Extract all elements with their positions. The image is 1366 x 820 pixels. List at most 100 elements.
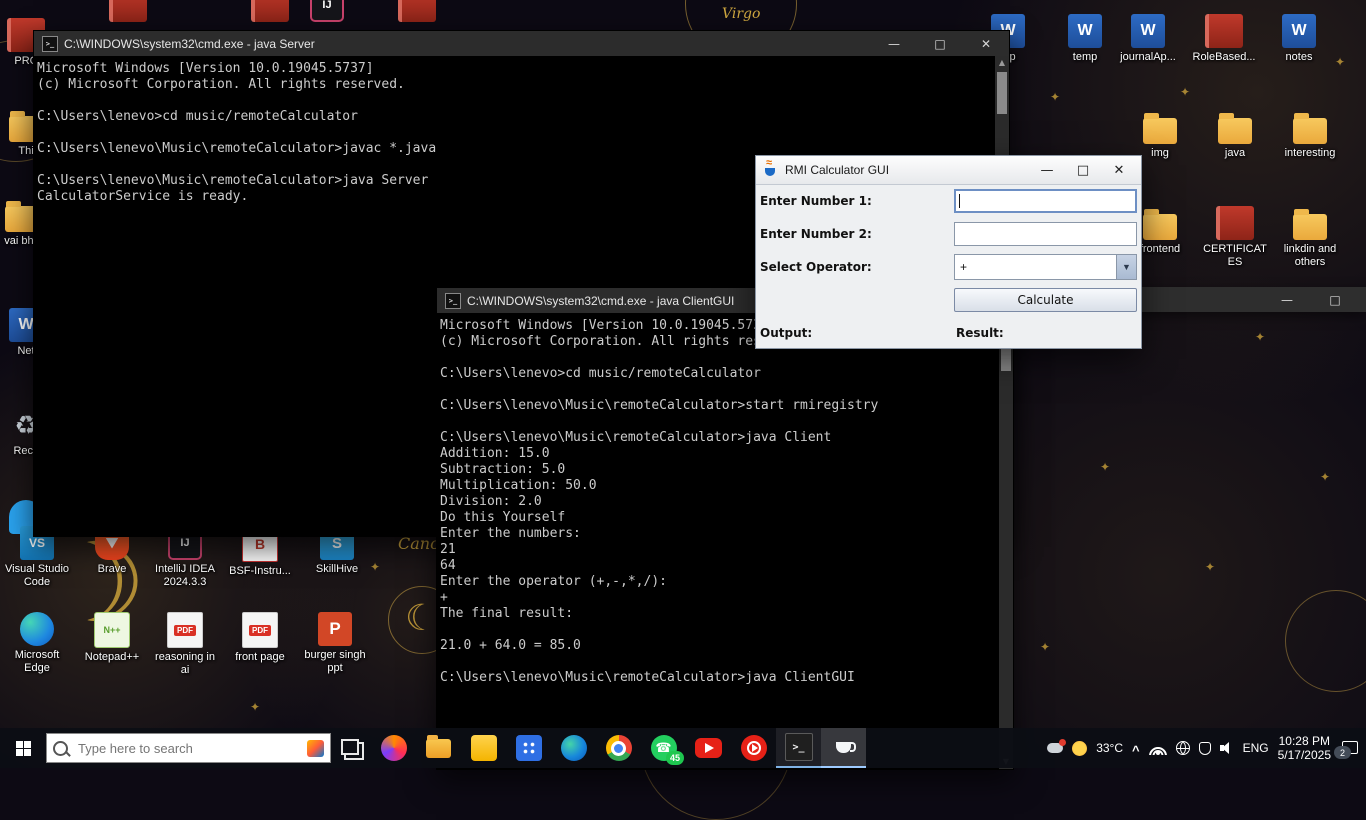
dropdown-arrow-icon[interactable]: ▼ (1116, 255, 1136, 279)
desktop-icon-msedge[interactable]: Microsoft Edge (5, 612, 69, 675)
desktop-icon-label: temp (1053, 51, 1117, 64)
desktop-icon-glyph (318, 612, 352, 646)
search-input[interactable] (76, 740, 307, 757)
calculator-title-bar[interactable]: RMI Calculator GUI — □ ✕ (756, 156, 1141, 185)
desktop-icon-top-3[interactable] (295, 0, 359, 22)
taskbar-app-icon (426, 739, 451, 758)
taskbar-icon-file-explorer[interactable] (416, 728, 461, 768)
desktop-icon-glyph (109, 0, 147, 22)
task-view-button[interactable] (331, 728, 371, 768)
search-highlights-icon[interactable] (307, 740, 324, 757)
desktop-icon-glyph (1131, 14, 1165, 48)
desktop-icon-glyph (1205, 14, 1243, 48)
terminal-line: 64 (440, 558, 999, 574)
maximize-button[interactable]: □ (917, 31, 963, 56)
desktop-icon-temp[interactable]: temp (1053, 14, 1117, 64)
minimize-button[interactable]: — (1264, 287, 1310, 312)
desktop-icon-label: IntelliJ IDEA 2024.3.3 (153, 563, 217, 589)
client-terminal-output[interactable]: Microsoft Windows [Version 10.0.19045.57… (437, 313, 999, 769)
desktop-icon-notes[interactable]: notes (1267, 14, 1331, 64)
number1-input[interactable] (954, 189, 1137, 213)
taskbar-app-icon (561, 735, 587, 761)
desktop-icon-label: interesting (1278, 147, 1342, 160)
scroll-up-arrow[interactable]: ▲ (995, 56, 1009, 70)
desktop-icon-frontpage[interactable]: front page (228, 612, 292, 664)
taskbar-icon-edge[interactable] (551, 728, 596, 768)
client-scrollbar[interactable]: ▲ ▼ (999, 313, 1013, 769)
desktop-icon-journalap[interactable]: journalAp... (1116, 14, 1180, 64)
server-title-bar[interactable]: C:\WINDOWS\system32\cmd.exe - java Serve… (34, 31, 1009, 56)
taskbar-icon-youtube[interactable] (686, 728, 731, 768)
hidden-icons-chevron[interactable]: ^ (1132, 743, 1140, 758)
terminal-line: C:\Users\lenevo>cd music/remoteCalculato… (37, 109, 995, 125)
taskbar-icon-yellow-app[interactable] (461, 728, 506, 768)
server-window-title: C:\WINDOWS\system32\cmd.exe - java Serve… (64, 37, 315, 51)
close-button[interactable]: ✕ (963, 31, 1009, 56)
network-globe-icon[interactable] (1176, 741, 1190, 755)
desktop-icon-notepadpp[interactable]: Notepad++ (80, 612, 144, 664)
desktop-icon-glyph (242, 612, 278, 648)
terminal-line: Enter the operator (+,-,*,/): (440, 574, 999, 590)
weather-temperature[interactable]: 33°C (1096, 741, 1123, 755)
number2-input[interactable] (954, 222, 1137, 246)
desktop-icon-java-folder[interactable]: java (1203, 110, 1267, 160)
desktop-icon-rolebased[interactable]: RoleBased... (1192, 14, 1256, 64)
maximize-button[interactable]: □ (1312, 287, 1358, 312)
cmd-icon (42, 36, 58, 52)
notification-badge: 2 (1334, 746, 1351, 759)
terminal-line: Addition: 15.0 (440, 446, 999, 462)
desktop-icon-reasoning[interactable]: reasoning in ai (153, 612, 217, 677)
taskbar-icon-java-app[interactable] (821, 728, 866, 768)
desktop-icon-interesting[interactable]: interesting (1278, 110, 1342, 160)
onedrive-alert-icon[interactable] (1047, 743, 1063, 753)
terminal-line: C:\Users\lenevo\Music\remoteCalculator>j… (440, 430, 999, 446)
minimize-button[interactable]: — (871, 31, 917, 56)
desktop-icon-img[interactable]: img (1128, 110, 1192, 160)
wifi-icon[interactable] (1149, 742, 1167, 755)
desktop-icon-label: SkillHive (305, 563, 369, 576)
calculate-button[interactable]: Calculate (954, 288, 1137, 312)
desktop-icon-top-1[interactable] (96, 0, 160, 22)
scrollbar-thumb[interactable] (997, 72, 1007, 114)
taskbar-clock[interactable]: 10:28 PM 5/17/2025 (1278, 734, 1331, 762)
weather-icon (1072, 741, 1087, 756)
close-button[interactable]: ✕ (1101, 156, 1137, 184)
taskbar-icon-blue-grid-app[interactable] (506, 728, 551, 768)
terminal-line (440, 350, 999, 366)
taskbar-icon-chrome[interactable] (596, 728, 641, 768)
notification-center-button[interactable]: 2 (1340, 740, 1358, 756)
desktop-icon-label: BSF-Instru... (228, 565, 292, 578)
taskbar-icon-whatsapp[interactable]: 45 (641, 728, 686, 768)
desktop-icon-glyph (398, 0, 436, 22)
calculator-body: Enter Number 1: Enter Number 2: Select O… (756, 184, 1141, 348)
taskbar-search-box[interactable] (46, 733, 331, 763)
language-indicator[interactable]: ENG (1243, 741, 1269, 755)
taskbar-icon-browser-pinwheel[interactable] (371, 728, 416, 768)
taskbar-app-icon (606, 735, 632, 761)
volume-icon[interactable] (1220, 742, 1234, 754)
desktop-icon-top-4[interactable] (385, 0, 449, 22)
start-button[interactable] (0, 728, 46, 768)
desktop-icon-glyph (1293, 118, 1327, 144)
maximize-button[interactable]: □ (1065, 156, 1101, 184)
app-badge: 45 (666, 751, 684, 765)
terminal-line: Division: 2.0 (440, 494, 999, 510)
desktop-icon-label: Notepad++ (80, 651, 144, 664)
terminal-line: 21.0 + 64.0 = 85.0 (440, 638, 999, 654)
desktop-icon-burger-ppt[interactable]: burger singh ppt (303, 612, 367, 675)
terminal-line (440, 414, 999, 430)
desktop-icon-linkdin[interactable]: linkdin and others (1278, 206, 1342, 269)
desktop-icon-label: burger singh ppt (303, 649, 367, 675)
desktop-icon-certificates[interactable]: CERTIFICATES (1203, 206, 1267, 269)
operator-dropdown[interactable]: + ▼ (954, 254, 1137, 280)
terminal-line: Subtraction: 5.0 (440, 462, 999, 478)
taskbar-icon-youtube-music[interactable] (731, 728, 776, 768)
desktop-icon-top-2[interactable] (238, 0, 302, 22)
clock-date: 5/17/2025 (1278, 748, 1331, 762)
minimize-button[interactable]: — (1029, 156, 1065, 184)
result-label: Result: (954, 326, 1139, 340)
terminal-line: Do this Yourself (440, 510, 999, 526)
security-shield-icon[interactable] (1199, 742, 1211, 755)
taskbar-icon-cmd[interactable] (776, 728, 821, 768)
number2-label: Enter Number 2: (758, 227, 954, 241)
